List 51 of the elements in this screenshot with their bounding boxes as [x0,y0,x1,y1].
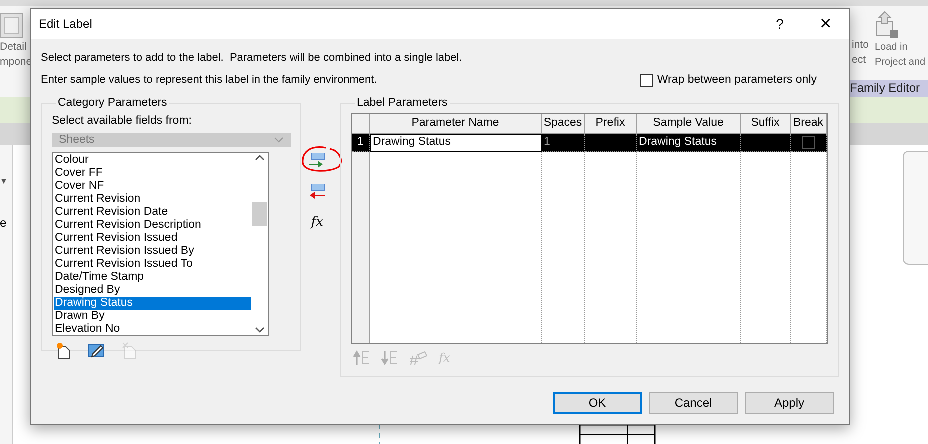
table-row[interactable]: 1 Drawing Status 1 Drawing Status [352,134,827,152]
list-item[interactable]: Cover FF [54,167,251,180]
tool-label: into [852,38,869,53]
scroll-up-icon[interactable] [254,153,264,163]
instruction-text: Enter sample values to represent this label in the family environment. [41,73,378,88]
list-item[interactable]: Drawn By [54,310,251,323]
side-label: e [0,216,8,230]
arrow-right-icon[interactable] [308,153,326,169]
list-item[interactable]: Current Revision Description [54,219,251,232]
list-item[interactable]: Current Revision Issued To [54,258,251,271]
caret-icon[interactable]: ▼ [0,177,12,186]
list-item[interactable]: Drawing Status [54,297,251,310]
dialog-button[interactable]: OK [553,392,642,414]
table-cell: Drawing Status [637,134,741,152]
row-number: 1 [352,134,370,152]
list-item[interactable]: Colour [54,154,251,167]
tool-label: ect [852,53,866,68]
list-item[interactable]: Current Revision Date [54,206,251,219]
field-label: Select available fields from: [52,115,193,127]
scroll-down-icon[interactable] [254,325,264,335]
dialog-button[interactable]: Apply [745,392,834,414]
scroll-thumb[interactable] [252,202,267,226]
list-item[interactable]: Current Revision Issued By [54,245,251,258]
formula-button[interactable]: fx [311,215,324,230]
list-item[interactable]: Date/Time Stamp [54,271,251,284]
list-item[interactable]: Current Revision Issued [54,232,251,245]
navigation-bar[interactable] [903,151,928,265]
new-document-icon[interactable] [56,342,72,360]
load-icon[interactable] [875,10,899,40]
group-title: Category Parameters [57,97,168,109]
close-button[interactable]: × [803,9,849,39]
pencil-icon[interactable] [88,343,106,359]
list-item[interactable]: Current Revision [54,193,251,206]
list-item[interactable]: Designed By [54,284,251,297]
scrollbar[interactable] [251,153,268,335]
tool-label: Project and [875,56,926,70]
tool-label: Detail [0,40,27,55]
instruction-text: Select parameters to add to the label. Parameters will be combined into a single label. [41,51,464,66]
checkbox[interactable] [640,74,654,86]
window-title: Edit Label [39,17,94,31]
group-title: Label Parameters [356,97,449,109]
list-item[interactable]: Cover NF [54,180,251,193]
list-item[interactable]: Elevation No [54,323,251,335]
checkbox-label: Wrap between parameters only [657,74,817,86]
dialog-button[interactable]: Cancel [649,392,738,414]
break-checkbox[interactable] [802,136,815,149]
table-cell: 1 [542,134,585,152]
name-field[interactable]: Drawing Status [370,134,542,152]
arrow-left-icon[interactable] [308,184,326,200]
help-button[interactable]: ? [757,9,803,39]
tool-label: Load in [875,41,908,55]
